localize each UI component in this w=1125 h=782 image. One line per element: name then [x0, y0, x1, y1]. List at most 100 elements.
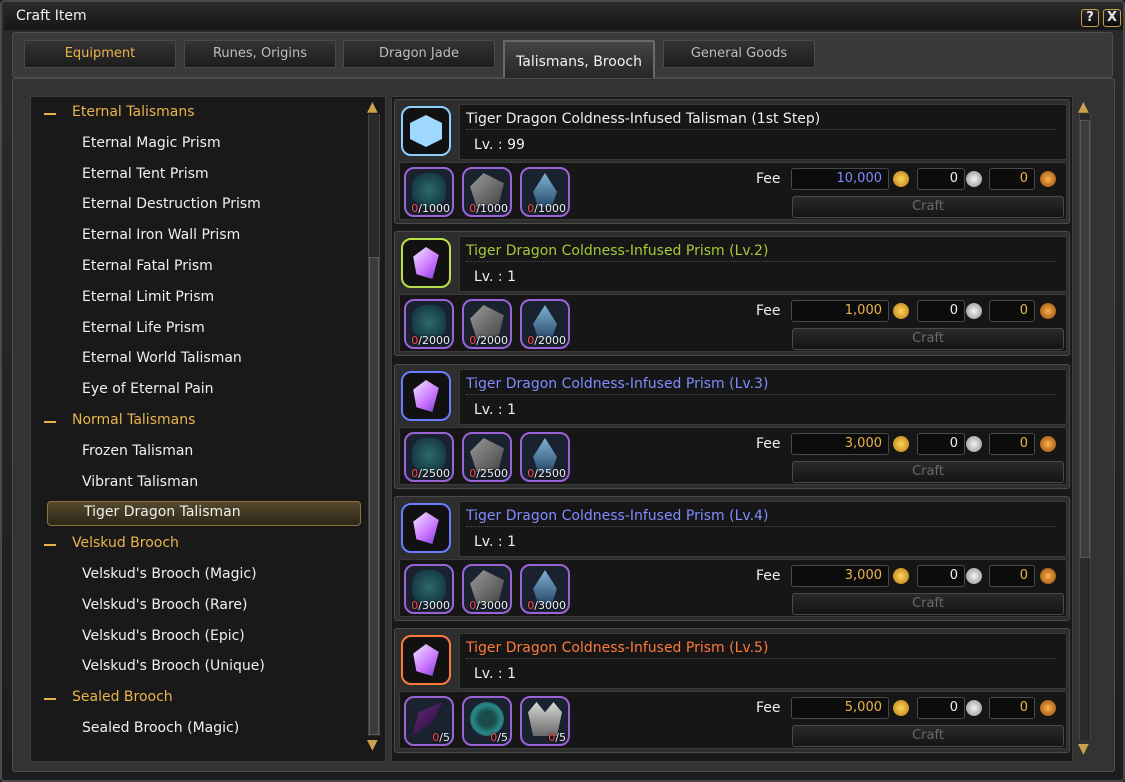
category-header[interactable]: Sealed Brooch	[42, 689, 173, 705]
sidebar-item[interactable]: Velskud's Brooch (Epic)	[82, 628, 245, 644]
blue-crystal-icon[interactable]: 0/2000	[520, 299, 570, 349]
fee-copper-field: 0	[989, 433, 1035, 455]
recipe-level: Lv. : 1	[474, 402, 516, 418]
craft-window: Craft Item ? X Equipment Runes, Origins …	[0, 0, 1125, 782]
sidebar-item[interactable]: Velskud's Brooch (Rare)	[82, 597, 248, 613]
fee-copper-field: 0	[989, 168, 1035, 190]
gray-stone-icon[interactable]: 0/2500	[462, 432, 512, 482]
craft-button[interactable]: Craft	[792, 461, 1064, 483]
teal-ore-icon[interactable]: 0/3000	[404, 564, 454, 614]
sidebar-scroll-thumb[interactable]	[369, 257, 379, 735]
blue-crystal-icon[interactable]: 0/1000	[520, 167, 570, 217]
collapse-dash-icon	[44, 544, 56, 547]
fee-label: Fee	[756, 700, 781, 716]
sidebar-item[interactable]: Eternal Limit Prism	[82, 289, 214, 305]
recipe-level: Lv. : 1	[474, 666, 516, 682]
gray-stone-icon[interactable]: 0/1000	[462, 167, 512, 217]
category-header[interactable]: Normal Talismans	[42, 412, 195, 428]
blue-crystal-icon[interactable]: 0/2500	[520, 432, 570, 482]
sidebar-item[interactable]: Eternal Fatal Prism	[82, 258, 213, 274]
dark-feather-icon[interactable]: 0/5	[404, 696, 454, 746]
recipe-level: Lv. : 1	[474, 534, 516, 550]
close-button[interactable]: X	[1103, 9, 1121, 27]
fee-copper-field: 0	[989, 565, 1035, 587]
sidebar-item[interactable]: Eternal Life Prism	[82, 320, 205, 336]
prism-icon[interactable]	[401, 238, 451, 288]
teal-gear-icon[interactable]: 0/5	[462, 696, 512, 746]
recipe-entry: Tiger Dragon Coldness-Infused Prism (Lv.…	[394, 231, 1070, 356]
craft-button[interactable]: Craft	[792, 725, 1064, 747]
fee-label: Fee	[756, 171, 781, 187]
prism-icon[interactable]	[401, 503, 451, 553]
gold-coin-icon	[893, 700, 909, 716]
material-count: 0/2500	[469, 467, 508, 480]
recipe-header: Tiger Dragon Coldness-Infused Prism (Lv.…	[459, 236, 1067, 292]
help-button[interactable]: ?	[1081, 9, 1099, 27]
recipe-entry: Tiger Dragon Coldness-Infused Prism (Lv.…	[394, 364, 1070, 489]
sidebar-item[interactable]: Sealed Brooch (Magic)	[82, 720, 239, 736]
material-count: 0/2000	[469, 334, 508, 347]
prism-icon[interactable]	[401, 635, 451, 685]
fee-silver-field: 0	[917, 300, 965, 322]
fee-silver-field: 0	[917, 697, 965, 719]
tab-equipment[interactable]: Equipment	[24, 40, 176, 68]
craft-button[interactable]: Craft	[792, 196, 1064, 218]
divider	[466, 261, 1056, 262]
fee-gold-field: 10,000	[791, 168, 889, 190]
silver-coin-icon	[966, 171, 982, 187]
sidebar-item[interactable]: Eternal World Talisman	[82, 350, 242, 366]
sidebar-item[interactable]: Velskud's Brooch (Unique)	[82, 658, 265, 674]
gray-stone-icon[interactable]: 0/2000	[462, 299, 512, 349]
sidebar-item[interactable]: Eternal Iron Wall Prism	[82, 227, 240, 243]
snowflake-talisman-icon[interactable]	[401, 106, 451, 156]
sidebar-item[interactable]: Frozen Talisman	[82, 443, 193, 459]
teal-ore-icon[interactable]: 0/1000	[404, 167, 454, 217]
craft-button[interactable]: Craft	[792, 328, 1064, 350]
sidebar-item[interactable]: Tiger Dragon Talisman	[84, 504, 241, 520]
recipe-name: Tiger Dragon Coldness-Infused Prism (Lv.…	[466, 376, 769, 392]
item-art	[413, 512, 439, 544]
tab-runes-origins[interactable]: Runes, Origins	[184, 40, 336, 68]
recipe-scroll-thumb[interactable]	[1080, 120, 1090, 558]
prism-icon[interactable]	[401, 371, 451, 421]
craft-button[interactable]: Craft	[792, 593, 1064, 615]
sidebar-item[interactable]: Vibrant Talisman	[82, 474, 198, 490]
sidebar-item[interactable]: Eternal Destruction Prism	[82, 196, 261, 212]
recipe-materials-row: 0/2000 0/2000 0/2000 Fee 1,000 0 0 Craft	[399, 294, 1067, 352]
sidebar-item[interactable]: Eternal Tent Prism	[82, 166, 209, 182]
item-art	[413, 380, 439, 412]
recipe-materials-row: 0/1000 0/1000 0/1000 Fee 10,000 0 0 Craft	[399, 162, 1067, 220]
gray-stone-icon[interactable]: 0/3000	[462, 564, 512, 614]
sidebar-item[interactable]: Eye of Eternal Pain	[82, 381, 214, 397]
divider	[466, 526, 1056, 527]
material-count: 0/3000	[469, 599, 508, 612]
silver-coin-icon	[966, 303, 982, 319]
material-count: 0/2000	[411, 334, 450, 347]
recipe-scroll-down-icon[interactable]: ▼	[1078, 742, 1089, 756]
teal-ore-icon[interactable]: 0/2000	[404, 299, 454, 349]
tab-general-goods[interactable]: General Goods	[663, 40, 815, 68]
sidebar-scroll-up-icon[interactable]: ▲	[367, 100, 378, 114]
recipe-scroll-up-icon[interactable]: ▲	[1078, 100, 1089, 114]
window-title: Craft Item	[16, 8, 87, 24]
blue-crystal-icon[interactable]: 0/3000	[520, 564, 570, 614]
category-label: Sealed Brooch	[72, 689, 173, 706]
category-header[interactable]: Velskud Brooch	[42, 535, 179, 551]
tab-dragon-jade[interactable]: Dragon Jade	[343, 40, 495, 68]
sidebar-item[interactable]: Velskud's Brooch (Magic)	[82, 566, 257, 582]
fee-label: Fee	[756, 303, 781, 319]
copper-coin-icon	[1040, 171, 1056, 187]
teal-ore-icon[interactable]: 0/2500	[404, 432, 454, 482]
fee-silver-field: 0	[917, 565, 965, 587]
category-header[interactable]: Eternal Talismans	[42, 104, 195, 120]
copper-coin-icon	[1040, 303, 1056, 319]
tab-talismans-brooch[interactable]: Talismans, Brooch	[503, 40, 655, 78]
fee-silver-field: 0	[917, 433, 965, 455]
divider	[466, 658, 1056, 659]
sidebar-scroll-down-icon[interactable]: ▼	[367, 738, 378, 752]
silver-crown-icon[interactable]: 0/5	[520, 696, 570, 746]
recipe-name: Tiger Dragon Coldness-Infused Prism (Lv.…	[466, 508, 769, 524]
sidebar-item[interactable]: Eternal Magic Prism	[82, 135, 221, 151]
title-bar[interactable]: Craft Item ? X	[4, 4, 1123, 30]
copper-coin-icon	[1040, 436, 1056, 452]
